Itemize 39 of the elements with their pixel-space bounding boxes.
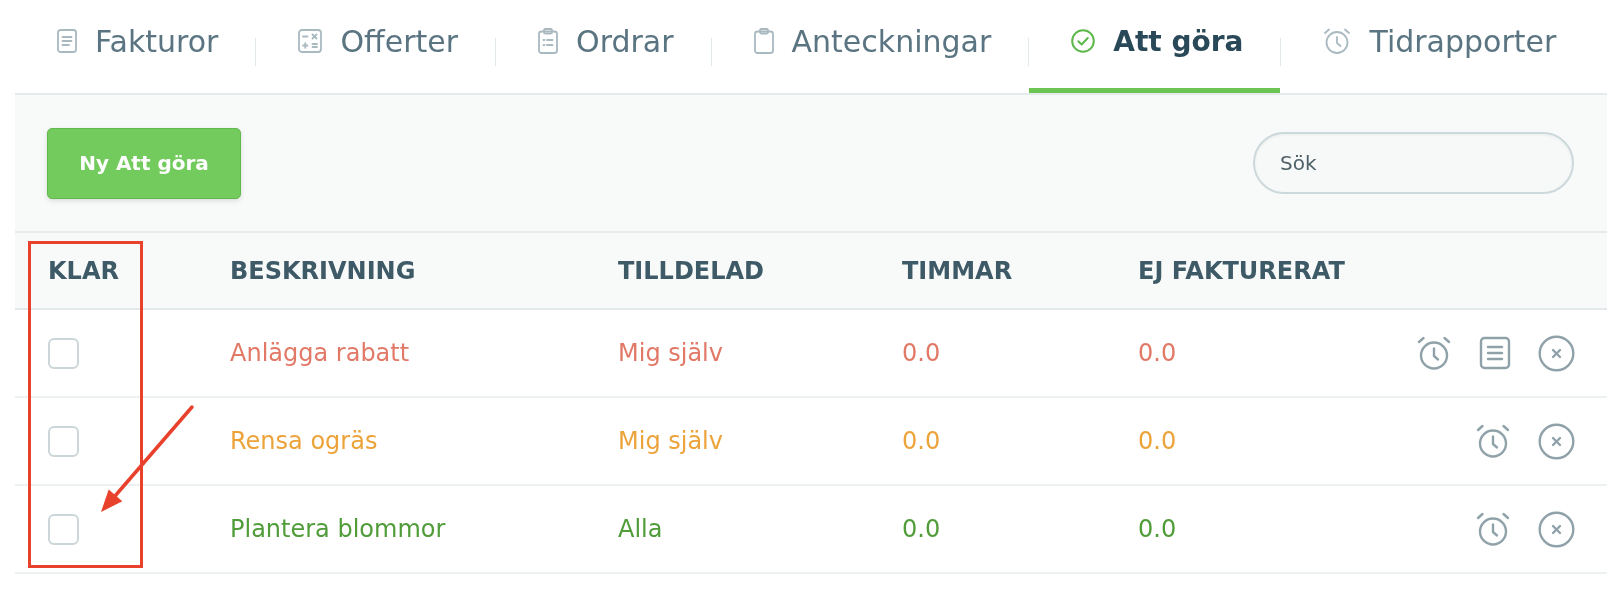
assignee: Alla — [618, 515, 663, 543]
document-icon[interactable] — [1479, 336, 1511, 370]
clipboard-list-icon — [538, 28, 559, 54]
tab[interactable]: Anteckningar — [711, 0, 1029, 93]
document-icon — [57, 29, 77, 53]
tab[interactable]: Tidrapporter — [1281, 0, 1594, 93]
checkbox[interactable] — [48, 513, 79, 545]
clipboard-icon — [753, 28, 774, 54]
task-description: Plantera blommor — [230, 515, 446, 543]
close-icon[interactable] — [1538, 334, 1575, 372]
hours-value: 0.0 — [902, 515, 941, 543]
checkbox[interactable] — [48, 337, 79, 369]
checkbox[interactable] — [48, 425, 79, 457]
alarm-clock-icon[interactable] — [1475, 423, 1511, 459]
alarm-clock-icon[interactable] — [1475, 511, 1511, 547]
hours-value: 0.0 — [902, 339, 941, 367]
column-header: EJ FAKTURERAT — [1138, 256, 1345, 285]
check-circle-icon — [1071, 29, 1096, 53]
close-icon[interactable] — [1538, 422, 1575, 460]
unbilled-value: 0.0 — [1138, 339, 1177, 367]
assignee: Mig själv — [618, 427, 723, 455]
unbilled-value: 0.0 — [1138, 515, 1177, 543]
task-description: Anlägga rabatt — [230, 339, 410, 367]
column-header: KLAR — [48, 256, 119, 285]
search-field[interactable]: Sök — [1253, 132, 1574, 194]
tab[interactable]: Offerter — [256, 0, 496, 93]
alarm-clock-icon[interactable] — [1416, 335, 1452, 371]
calculator-icon — [298, 29, 323, 53]
column-header: BESKRIVNING — [230, 256, 416, 285]
hours-value: 0.0 — [902, 427, 941, 455]
tab[interactable]: Fakturor — [15, 0, 256, 93]
column-header: TIMMAR — [902, 256, 1013, 285]
task-description: Rensa ogräs — [230, 427, 378, 455]
unbilled-value: 0.0 — [1138, 427, 1177, 455]
close-icon[interactable] — [1538, 510, 1575, 548]
alarm-clock-icon — [1323, 27, 1352, 55]
assignee: Mig själv — [618, 339, 723, 367]
column-header: TILLDELAD — [618, 256, 764, 285]
tab[interactable]: Ordrar — [496, 0, 711, 93]
